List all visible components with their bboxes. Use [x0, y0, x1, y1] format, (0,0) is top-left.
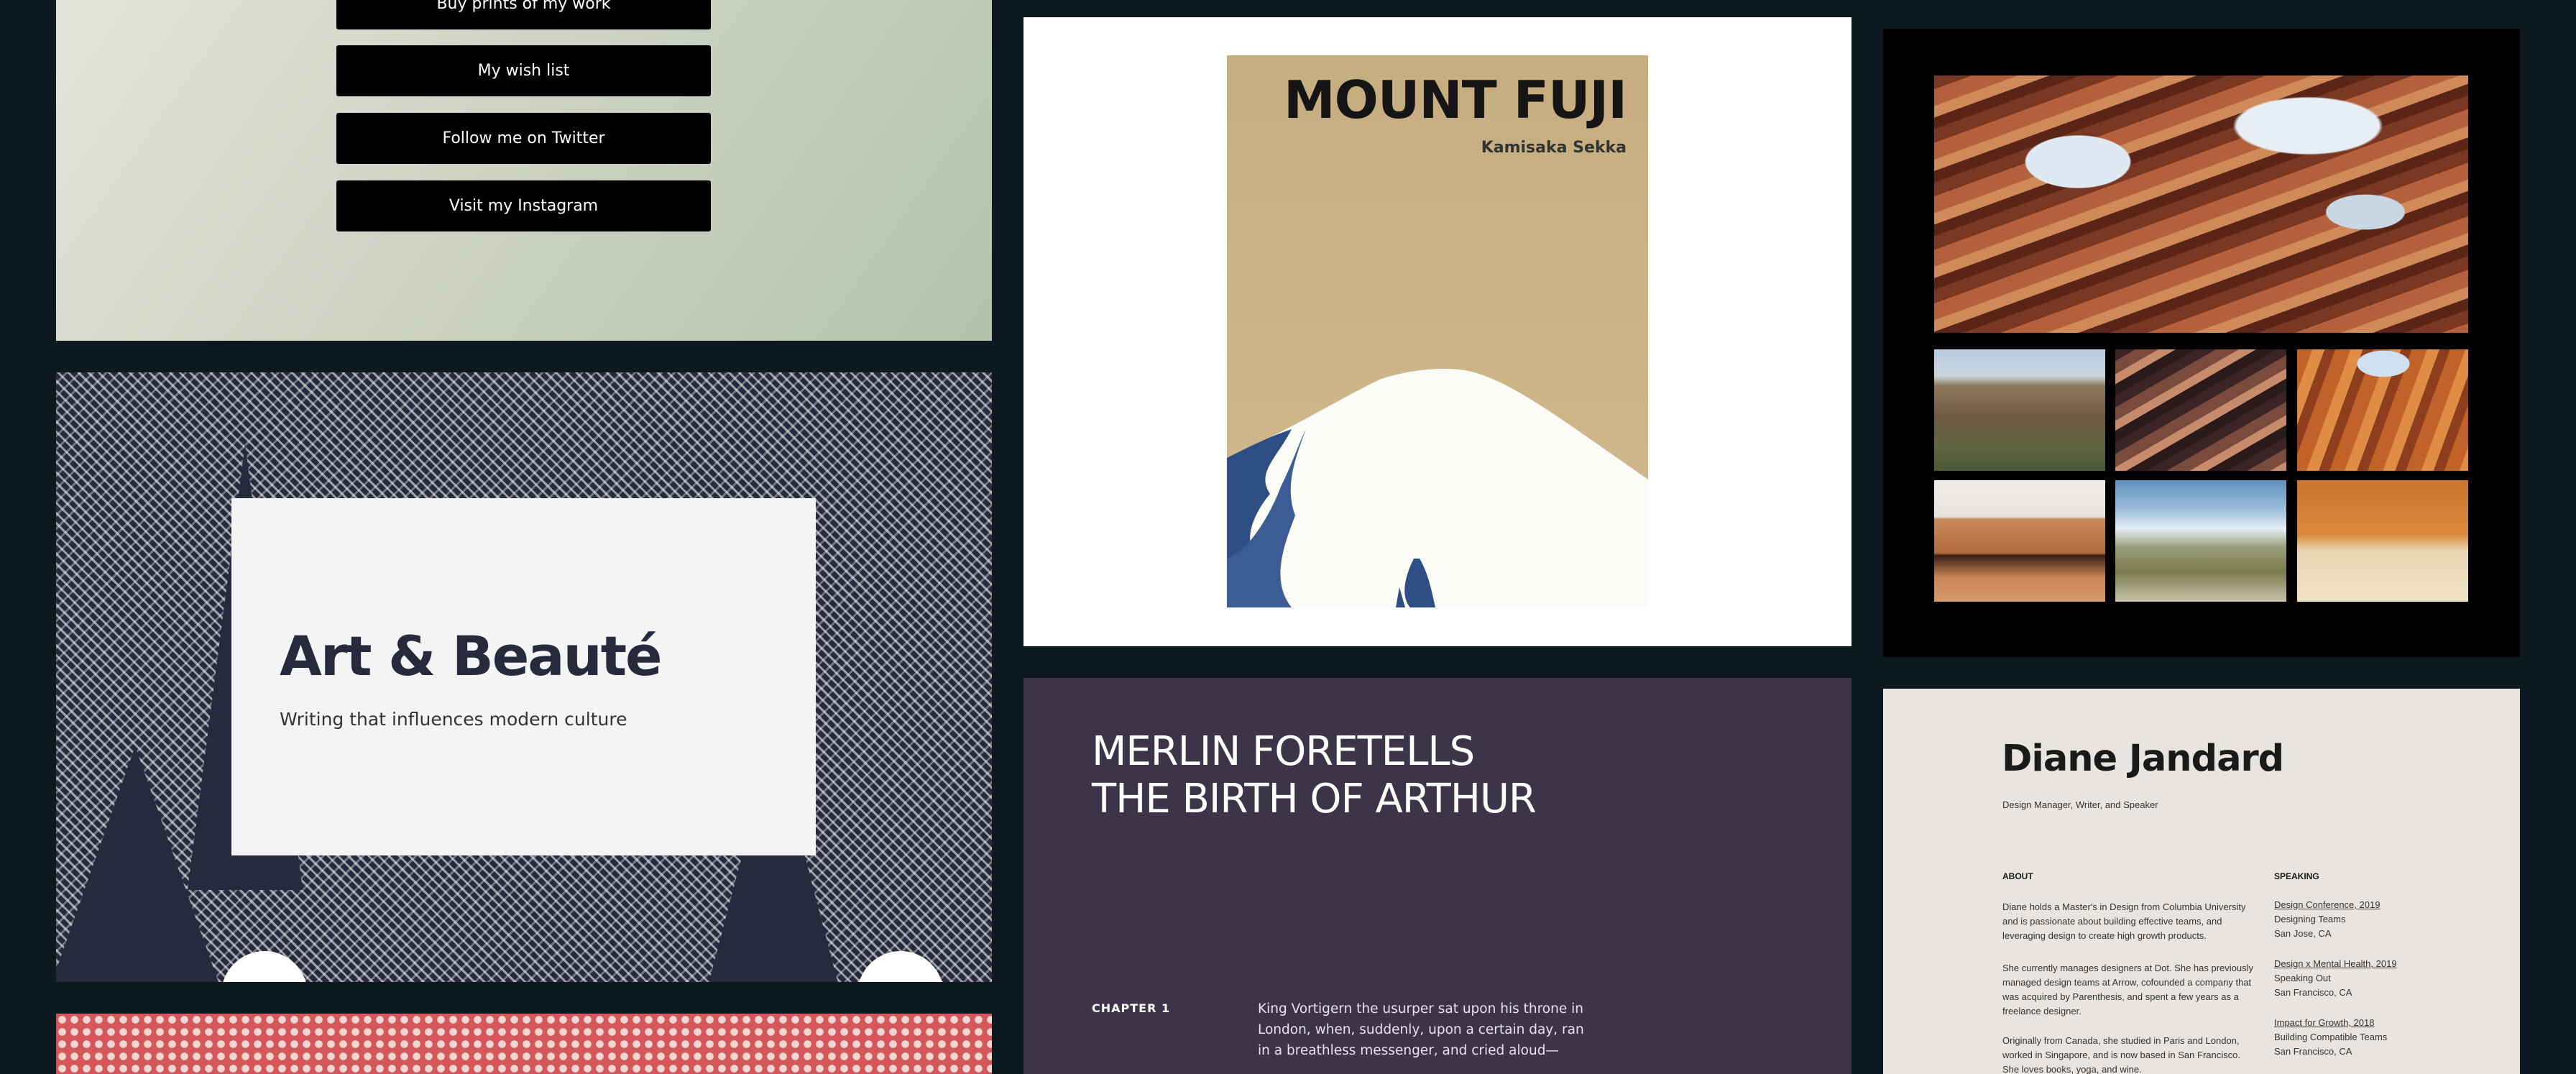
- buy-prints-button[interactable]: Buy prints of my work: [336, 0, 711, 29]
- snow-shape: [221, 951, 308, 982]
- gallery-thumbnail[interactable]: [1934, 480, 2105, 602]
- about-line: She currently manages designers at Dot. …: [2002, 963, 2254, 973]
- story-title-line: MERLIN FORETELLS: [1092, 728, 1475, 775]
- story-title-line: THE BIRTH OF ARTHUR: [1092, 776, 1537, 822]
- page-subtitle: Writing that influences modern culture: [280, 709, 627, 730]
- mountain-peak-shape: [56, 746, 221, 982]
- merlin-story-card[interactable]: MERLIN FORETELLS THE BIRTH OF ARTHUR CHA…: [1024, 678, 1852, 1074]
- about-line: and is passionate about building effecti…: [2002, 916, 2222, 927]
- speaking-heading: SPEAKING: [2274, 871, 2319, 881]
- speaking-event-link[interactable]: Impact for Growth, 2018: [2274, 1017, 2374, 1028]
- gallery-thumbnail[interactable]: [2297, 480, 2468, 602]
- speaking-place: San Francisco, CA: [2274, 987, 2352, 998]
- story-text-line: King Vortigern the usurper sat upon his …: [1258, 1001, 1583, 1016]
- wish-list-button[interactable]: My wish list: [336, 45, 711, 96]
- about-line: Originally from Canada, she studied in P…: [2002, 1035, 2240, 1046]
- speaking-place: San Jose, CA: [2274, 928, 2332, 939]
- poster-artist: Kamisaka Sekka: [1481, 139, 1627, 157]
- chapter-label: CHAPTER 1: [1092, 1001, 1171, 1015]
- page-title: Art & Beauté: [280, 624, 663, 688]
- about-line: was acquired by Parenthesis, and spent a…: [2002, 991, 2239, 1002]
- about-line: leveraging design to create high growth …: [2002, 930, 2207, 941]
- gallery-thumbnail[interactable]: [2115, 349, 2286, 471]
- gallery-thumbnail[interactable]: [2115, 480, 2286, 602]
- about-line: She loves books, yoga, and wine.: [2002, 1064, 2142, 1074]
- art-beaute-card[interactable]: Art & Beauté Writing that influences mod…: [56, 372, 992, 982]
- resume-card[interactable]: Diane Jandard Design Manager, Writer, an…: [1883, 689, 2520, 1074]
- title-panel: Art & Beauté Writing that influences mod…: [231, 498, 816, 855]
- instagram-button[interactable]: Visit my Instagram: [336, 180, 711, 231]
- speaking-talk: Building Compatible Teams: [2274, 1032, 2388, 1042]
- story-text-line: London, when, suddenly, upon a certain d…: [1258, 1022, 1584, 1037]
- speaking-event-link[interactable]: Design x Mental Health, 2019: [2274, 958, 2397, 969]
- about-line: freelance designer.: [2002, 1006, 2082, 1016]
- story-text-line: in a breathless messenger, and cried alo…: [1258, 1043, 1559, 1058]
- speaking-place: San Francisco, CA: [2274, 1046, 2352, 1057]
- resume-name: Diane Jandard: [2002, 738, 2284, 780]
- gallery-thumbnail[interactable]: [1934, 349, 2105, 471]
- resume-role: Design Manager, Writer, and Speaker: [2002, 799, 2158, 810]
- about-line: worked in Singapore, and is now based in…: [2002, 1050, 2240, 1060]
- about-heading: ABOUT: [2002, 871, 2033, 881]
- about-line: managed design teams at Arrow, cofounded…: [2002, 977, 2252, 988]
- halftone-card[interactable]: [56, 1014, 992, 1074]
- speaking-talk: Designing Teams: [2274, 914, 2346, 924]
- poster-title: MOUNT FUJI: [1284, 70, 1627, 130]
- speaking-event-link[interactable]: Design Conference, 2019: [2274, 899, 2380, 910]
- gallery-thumbnail[interactable]: [2297, 349, 2468, 471]
- mount-fuji-card[interactable]: MOUNT FUJI Kamisaka Sekka: [1024, 17, 1852, 646]
- speaking-talk: Speaking Out: [2274, 973, 2331, 983]
- twitter-button[interactable]: Follow me on Twitter: [336, 113, 711, 164]
- canyon-gallery-card[interactable]: [1883, 29, 2520, 657]
- link-in-bio-card: Buy prints of my work My wish list Follo…: [56, 0, 992, 341]
- about-line: Diane holds a Master's in Design from Co…: [2002, 901, 2246, 912]
- snow-shape: [857, 951, 944, 982]
- poster: MOUNT FUJI Kamisaka Sekka: [1227, 55, 1648, 607]
- hero-photo[interactable]: [1934, 75, 2468, 333]
